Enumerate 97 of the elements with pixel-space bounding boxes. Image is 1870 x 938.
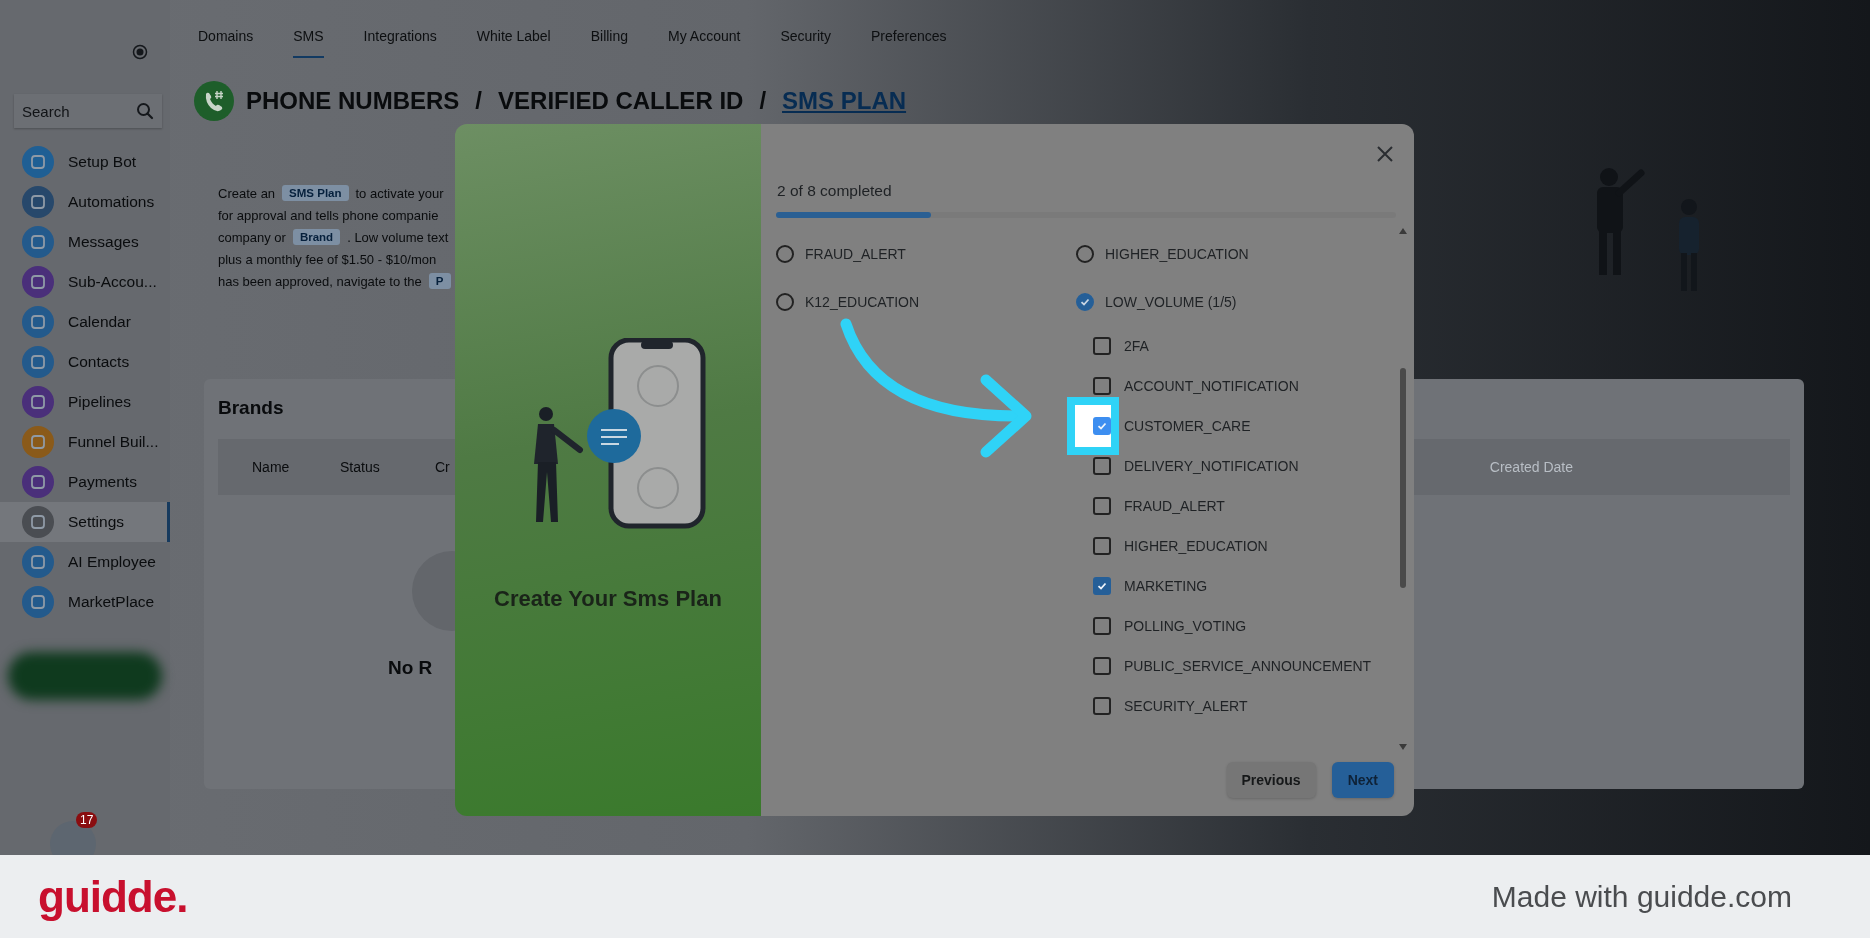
- tab[interactable]: My Account: [668, 28, 741, 58]
- description-text: has been approved, navigate to the: [218, 273, 422, 289]
- app-icon: [22, 586, 54, 618]
- breadcrumb-link[interactable]: VERIFIED CALLER ID: [498, 87, 744, 115]
- option-label[interactable]: K12_EDUCATION: [805, 294, 920, 310]
- link-chip[interactable]: Brand: [292, 229, 341, 245]
- checkbox[interactable]: [1093, 417, 1111, 435]
- sidebar-item[interactable]: Payments: [0, 462, 170, 502]
- app-icon: [22, 346, 54, 378]
- close-icon[interactable]: [1376, 145, 1394, 163]
- column-header: Cr: [435, 459, 450, 475]
- app-icon: [22, 146, 54, 178]
- description-text: plus a monthly fee of $1.50 - $10/mon: [218, 251, 437, 267]
- option-label[interactable]: POLLING_VOTING: [1124, 618, 1247, 634]
- link-chip[interactable]: P: [428, 273, 451, 289]
- description-text: company or: [218, 229, 286, 245]
- radio-button[interactable]: [776, 245, 794, 263]
- sidebar-item[interactable]: Setup Bot: [0, 142, 170, 182]
- checkbox[interactable]: [1093, 497, 1111, 515]
- tab[interactable]: Preferences: [871, 28, 947, 58]
- breadcrumb-separator: /: [474, 87, 484, 115]
- radio-button[interactable]: [1076, 293, 1094, 311]
- breadcrumb-link[interactable]: SMS PLAN: [782, 87, 907, 115]
- option-label[interactable]: PUBLIC_SERVICE_ANNOUNCEMENT: [1124, 658, 1372, 674]
- radio-icon[interactable]: [132, 44, 148, 60]
- previous-button[interactable]: Previous: [1226, 762, 1316, 798]
- option-label[interactable]: SECURITY_ALERT: [1124, 698, 1248, 714]
- option-label[interactable]: DELIVERY_NOTIFICATION: [1124, 458, 1299, 474]
- sidebar-item[interactable]: Messages: [0, 222, 170, 262]
- description-text: for approval and tells phone companie: [218, 207, 439, 223]
- illustration-title: Create Your Sms Plan: [494, 586, 722, 612]
- checkbox[interactable]: [1093, 537, 1111, 555]
- sidebar-item[interactable]: Contacts: [0, 342, 170, 382]
- option-label[interactable]: ACCOUNT_NOTIFICATION: [1124, 378, 1299, 394]
- radio-button[interactable]: [1076, 245, 1094, 263]
- checkbox[interactable]: [1093, 377, 1111, 395]
- sidebar-item[interactable]: Sub-Accou...: [0, 262, 170, 302]
- option-label[interactable]: MARKETING: [1124, 578, 1208, 594]
- sidebar-item[interactable]: Pipelines: [0, 382, 170, 422]
- tab[interactable]: White Label: [476, 28, 551, 58]
- check-icon: [1096, 580, 1108, 592]
- app-icon: [22, 546, 54, 578]
- sidebar-item[interactable]: Automations: [0, 182, 170, 222]
- tab[interactable]: Domains: [198, 28, 254, 58]
- highlight-frame: [1067, 397, 1119, 455]
- search-field[interactable]: Search: [14, 94, 162, 128]
- app-icon: [22, 386, 54, 418]
- notification-badge: 17: [76, 812, 98, 828]
- option-label[interactable]: HIGHER_EDUCATION: [1124, 538, 1268, 554]
- progress-text: 2 of 8 completed: [777, 182, 893, 200]
- description-text: to activate your: [355, 185, 444, 201]
- option-label[interactable]: 2FA: [1124, 338, 1149, 354]
- column-header: Status: [340, 459, 381, 475]
- footer-text: Made with guidde.com: [1491, 879, 1792, 914]
- sidebar-item[interactable]: AI Employee: [0, 542, 170, 582]
- app-icon: [22, 506, 54, 538]
- app-icon: [22, 306, 54, 338]
- tab[interactable]: SMS: [293, 28, 324, 58]
- breadcrumb-link[interactable]: PHONE NUMBERS: [246, 87, 460, 115]
- app-icon: [22, 266, 54, 298]
- phone-icon: [194, 81, 234, 121]
- option-label[interactable]: HIGHER_EDUCATION: [1105, 246, 1249, 262]
- description-text: Create an: [218, 185, 276, 201]
- app-icon: [22, 426, 54, 458]
- empty-state-text: No R: [388, 657, 433, 679]
- sidebar-item[interactable]: Funnel Buil...: [0, 422, 170, 462]
- link-chip[interactable]: SMS Plan: [282, 185, 349, 201]
- option-label[interactable]: CUSTOMER_CARE: [1124, 418, 1251, 434]
- sidebar-item[interactable]: Settings: [0, 502, 170, 542]
- checkbox[interactable]: [1093, 577, 1111, 595]
- checkbox[interactable]: [1093, 617, 1111, 635]
- checkbox[interactable]: [1093, 337, 1111, 355]
- tab[interactable]: Integrations: [363, 28, 437, 58]
- column-header: Name: [252, 459, 291, 475]
- app-icon: [22, 466, 54, 498]
- description-text: . Low volume text: [347, 229, 449, 245]
- next-button[interactable]: Next: [1331, 762, 1394, 798]
- search-icon[interactable]: [136, 102, 154, 120]
- option-label[interactable]: FRAUD_ALERT: [805, 246, 906, 262]
- checkbox[interactable]: [1093, 697, 1111, 715]
- app-icon: [22, 186, 54, 218]
- option-label[interactable]: FRAUD_ALERT: [1124, 498, 1225, 514]
- sidebar-item[interactable]: Calendar: [0, 302, 170, 342]
- column-header: Created Date: [1489, 459, 1574, 475]
- tab[interactable]: Security: [780, 28, 831, 58]
- section-title: Brands: [218, 397, 284, 419]
- checkbox[interactable]: [1093, 457, 1111, 475]
- app-icon: [22, 226, 54, 258]
- breadcrumb-separator: /: [758, 87, 768, 115]
- check-icon: [1079, 296, 1091, 308]
- checkbox[interactable]: [1093, 657, 1111, 675]
- tab[interactable]: Billing: [590, 28, 629, 58]
- radio-button[interactable]: [776, 293, 794, 311]
- check-icon: [1096, 420, 1108, 432]
- sidebar-item[interactable]: MarketPlace: [0, 582, 170, 622]
- logo: guidde.: [38, 871, 188, 922]
- option-label[interactable]: LOW_VOLUME (1/5): [1105, 294, 1237, 310]
